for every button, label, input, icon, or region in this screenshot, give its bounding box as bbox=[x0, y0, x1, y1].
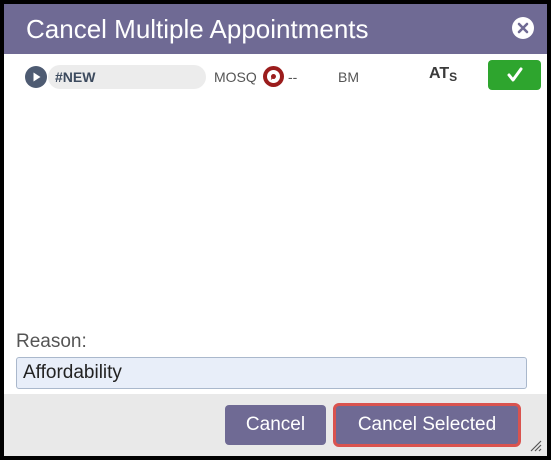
appointment-initials: BM bbox=[338, 69, 359, 85]
close-icon[interactable] bbox=[512, 17, 534, 39]
appointment-row: #NEW MOSQ -- BM ATS bbox=[4, 54, 547, 98]
appointment-status: -- bbox=[288, 69, 298, 85]
cancel-selected-button[interactable]: Cancel Selected bbox=[333, 403, 521, 447]
resize-grip-icon[interactable] bbox=[528, 438, 542, 452]
play-icon[interactable] bbox=[25, 66, 47, 88]
chat-bubble-icon[interactable] bbox=[263, 66, 284, 87]
appointment-location: MOSQ bbox=[214, 69, 257, 85]
dialog-titlebar: Cancel Multiple Appointments bbox=[4, 4, 547, 54]
reason-input[interactable] bbox=[16, 357, 527, 389]
appointment-code: ATS bbox=[429, 65, 458, 84]
check-icon[interactable] bbox=[488, 60, 541, 90]
appointment-name[interactable]: #NEW bbox=[48, 65, 206, 89]
appointment-code-sub: S bbox=[449, 70, 458, 84]
dialog-title: Cancel Multiple Appointments bbox=[26, 14, 369, 44]
appointment-code-main: AT bbox=[429, 65, 450, 82]
reason-label: Reason: bbox=[16, 331, 87, 352]
dialog-footer: Cancel Cancel Selected bbox=[4, 394, 547, 456]
cancel-button[interactable]: Cancel bbox=[225, 405, 326, 445]
cancel-appointments-dialog: Cancel Multiple Appointments #NEW MOSQ -… bbox=[4, 4, 547, 456]
